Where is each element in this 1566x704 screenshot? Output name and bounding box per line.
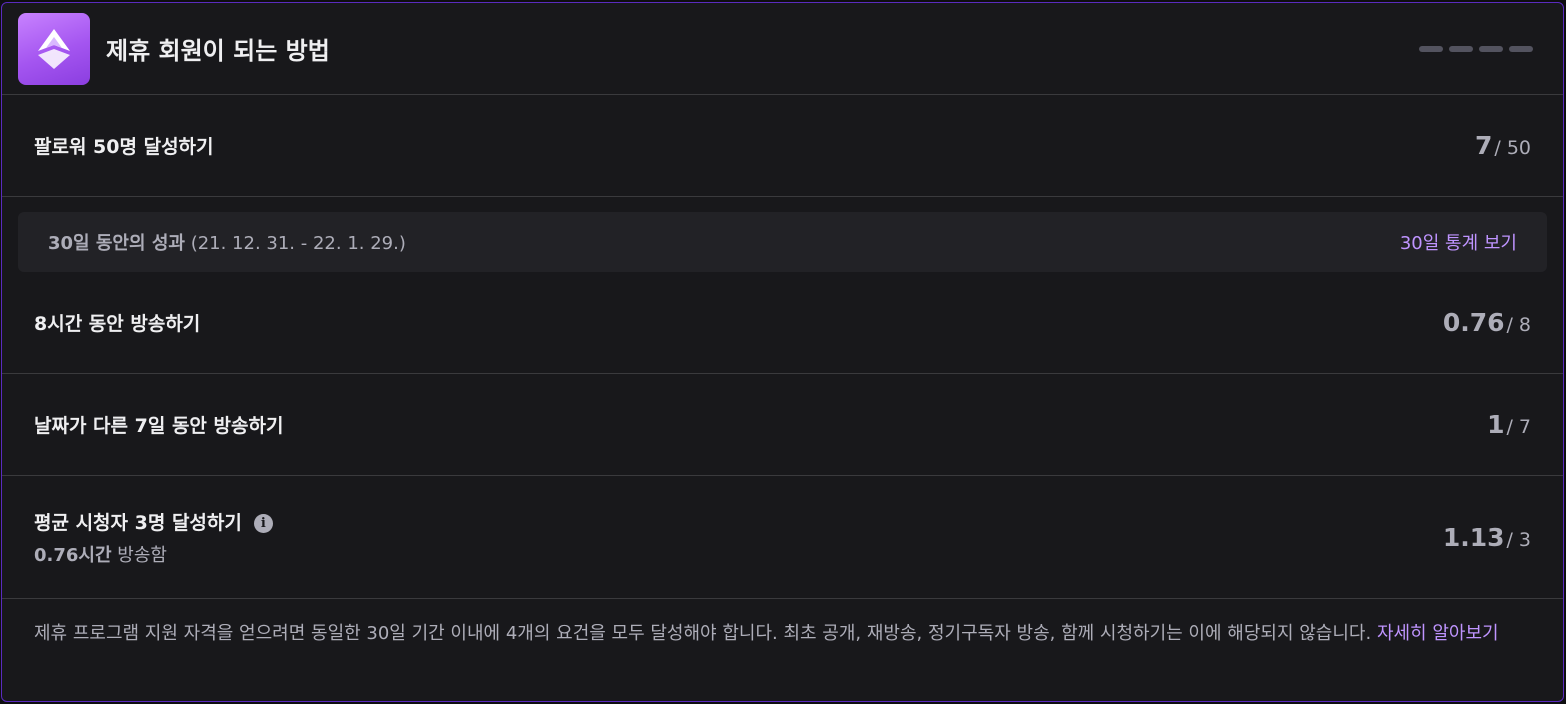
affiliate-requirements-card: 제휴 회원이 되는 방법 팔로워 50명 달성하기 7 / 50 30일 동안의… bbox=[1, 2, 1564, 702]
requirement-label: 평균 시청자 3명 달성하기 bbox=[34, 511, 242, 534]
requirement-progress: 0.76 / 8 bbox=[1443, 308, 1531, 337]
progress-target: 50 bbox=[1506, 137, 1531, 159]
progress-separator: / bbox=[1506, 314, 1513, 336]
view-30day-stats-link[interactable]: 30일 통계 보기 bbox=[1400, 229, 1517, 255]
progress-dash bbox=[1479, 45, 1503, 52]
requirement-row-broadcast-hours: 8시간 동안 방송하기 0.76 / 8 bbox=[2, 272, 1563, 374]
requirement-label-line: 평균 시청자 3명 달성하기 i bbox=[34, 508, 273, 535]
learn-more-link[interactable]: 자세히 알아보기 bbox=[1377, 623, 1499, 644]
progress-dash bbox=[1449, 45, 1473, 52]
period-text: 30일 동안의 성과 (21. 12. 31. - 22. 1. 29.) bbox=[48, 229, 406, 255]
requirement-label-group: 평균 시청자 3명 달성하기 i 0.76시간 방송함 bbox=[34, 508, 273, 567]
requirement-progress: 1 / 7 bbox=[1487, 410, 1531, 439]
progress-target: 8 bbox=[1518, 314, 1531, 336]
broadcast-hours-suffix: 방송함 bbox=[117, 544, 167, 566]
card-title: 제휴 회원이 되는 방법 bbox=[106, 37, 330, 65]
progress-separator: / bbox=[1506, 528, 1513, 551]
requirement-subtext: 0.76시간 방송함 bbox=[34, 541, 273, 567]
progress-separator: / bbox=[1494, 137, 1501, 159]
progress-dash bbox=[1419, 45, 1443, 52]
progress-current: 0.76 bbox=[1442, 308, 1505, 337]
progress-target: 3 bbox=[1518, 528, 1531, 551]
requirement-label: 8시간 동안 방송하기 bbox=[34, 313, 201, 335]
requirement-row-average-viewers: 평균 시청자 3명 달성하기 i 0.76시간 방송함 1.13 / 3 bbox=[2, 476, 1563, 599]
requirement-label: 팔로워 50명 달성하기 bbox=[34, 136, 214, 158]
info-icon[interactable]: i bbox=[253, 513, 273, 533]
requirement-label: 날짜가 다른 7일 동안 방송하기 bbox=[34, 415, 284, 437]
progress-current: 1 bbox=[1487, 410, 1505, 439]
card-header: 제휴 회원이 되는 방법 bbox=[2, 3, 1563, 95]
progress-current: 1.13 bbox=[1442, 522, 1505, 552]
period-label: 30일 동안의 성과 bbox=[48, 233, 185, 254]
footer-text: 제휴 프로그램 지원 자격을 얻으려면 동일한 30일 기간 이내에 4개의 요… bbox=[34, 623, 1372, 644]
affiliate-badge-icon bbox=[18, 12, 90, 85]
progress-dash bbox=[1509, 45, 1533, 52]
progress-dashes bbox=[1419, 45, 1533, 52]
period-range: (21. 12. 31. - 22. 1. 29.) bbox=[190, 233, 406, 254]
requirement-progress: 1.13 / 3 bbox=[1443, 523, 1531, 552]
broadcast-hours-value: 0.76시간 bbox=[34, 544, 112, 566]
requirement-row-broadcast-days: 날짜가 다른 7일 동안 방송하기 1 / 7 bbox=[2, 374, 1563, 476]
progress-separator: / bbox=[1506, 416, 1513, 438]
requirement-progress: 7 / 50 bbox=[1475, 131, 1531, 160]
period-summary: 30일 동안의 성과 (21. 12. 31. - 22. 1. 29.) 30… bbox=[18, 212, 1547, 272]
footer-note: 제휴 프로그램 지원 자격을 얻으려면 동일한 30일 기간 이내에 4개의 요… bbox=[2, 599, 1563, 668]
progress-current: 7 bbox=[1475, 131, 1493, 160]
progress-target: 7 bbox=[1518, 416, 1531, 438]
requirement-row-followers: 팔로워 50명 달성하기 7 / 50 bbox=[2, 95, 1563, 197]
